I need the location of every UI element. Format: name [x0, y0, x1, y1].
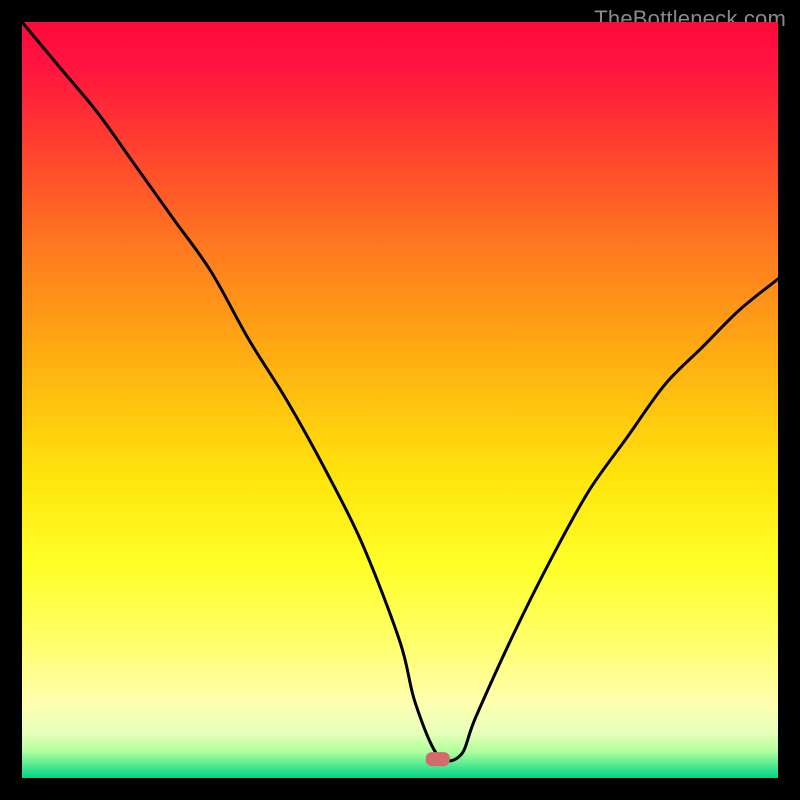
bottleneck-chart-svg — [22, 22, 778, 778]
chart-frame: TheBottleneck.com — [0, 0, 800, 800]
plot-area — [22, 22, 778, 778]
optimal-point-marker — [426, 752, 450, 766]
gradient-background — [22, 22, 778, 778]
